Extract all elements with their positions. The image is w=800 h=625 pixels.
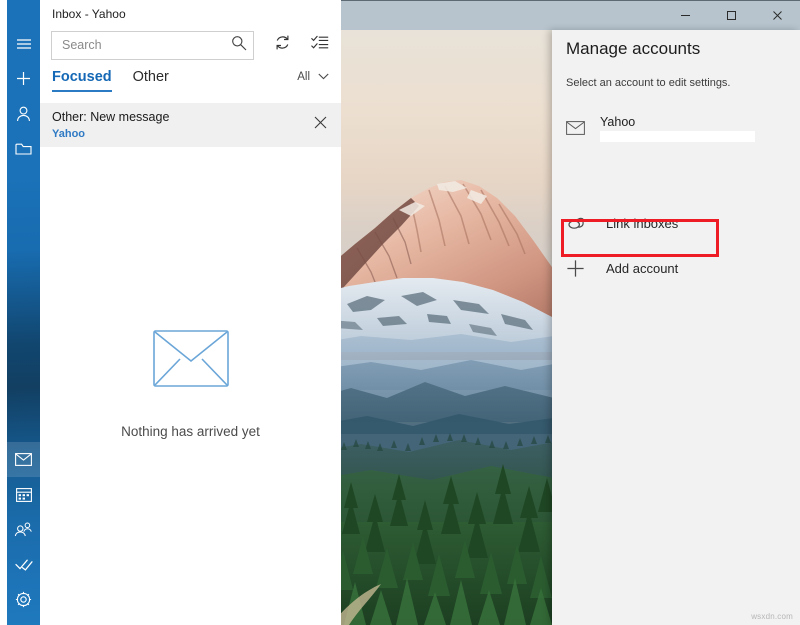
minimize-button[interactable] — [662, 1, 708, 30]
selection-mode-button[interactable] — [305, 31, 335, 60]
rail-item-settings[interactable] — [7, 582, 40, 617]
rail-bottom-group — [7, 442, 40, 617]
empty-state: Nothing has arrived yet — [40, 330, 341, 439]
tab-other-label: Other — [132, 69, 169, 85]
notification-title: Other: New message — [52, 109, 170, 124]
filter-label: All — [297, 71, 310, 83]
add-account-highlight — [561, 219, 719, 257]
account-meta: Yahoo — [600, 115, 786, 142]
sync-button[interactable] — [267, 31, 297, 60]
sync-icon — [274, 34, 291, 56]
tab-focused[interactable]: Focused — [52, 68, 112, 92]
pivot-tabs: Focused Other All — [40, 68, 341, 101]
empty-state-caption: Nothing has arrived yet — [121, 424, 260, 439]
title-bar — [341, 0, 800, 30]
add-account-label: Add account — [606, 261, 679, 276]
add-account-item[interactable]: Add account — [566, 253, 786, 284]
desktop-background — [0, 0, 7, 625]
mountain-photo — [341, 30, 554, 625]
rail-item-calendar[interactable] — [7, 477, 40, 512]
hamburger-icon — [16, 38, 32, 50]
account-name: Yahoo — [600, 114, 636, 129]
person-icon — [16, 106, 31, 122]
notification-close-button[interactable] — [314, 116, 327, 134]
tab-other[interactable]: Other — [133, 68, 169, 92]
mail-list-pane: Inbox - Yahoo Search Focused Other All N… — [40, 0, 341, 625]
plus-icon — [566, 259, 606, 278]
page-title: Inbox - Yahoo — [52, 7, 126, 21]
close-icon — [314, 116, 327, 134]
hamburger-menu-button[interactable] — [7, 26, 40, 61]
notification-account: Yahoo — [52, 127, 86, 140]
mail-icon — [15, 453, 32, 466]
watermark: wsxdn.com — [751, 612, 793, 621]
close-button[interactable] — [754, 1, 800, 30]
flyout-title: Manage accounts — [566, 39, 701, 58]
notification-row[interactable]: Other: New message Yahoo — [40, 103, 341, 147]
manage-accounts-flyout: Manage accounts Select an account to edi… — [552, 30, 800, 625]
app-window: Inbox - Yahoo Search Focused Other All N… — [0, 0, 800, 625]
chevron-down-icon — [318, 71, 329, 83]
envelope-illustration-icon — [152, 330, 229, 392]
rail-item-todo[interactable] — [7, 547, 40, 582]
search-icon[interactable] — [231, 35, 247, 56]
search-toolbar — [51, 30, 341, 60]
filter-dropdown[interactable]: All — [297, 68, 329, 83]
search-box[interactable] — [51, 30, 254, 60]
folders-button[interactable] — [7, 131, 40, 166]
todo-icon — [14, 558, 33, 571]
rail-item-mail[interactable] — [7, 442, 40, 477]
rail-item-people[interactable] — [7, 512, 40, 547]
account-row-yahoo[interactable]: Yahoo — [566, 106, 786, 150]
calendar-icon — [15, 487, 32, 502]
notification-text: Other: New message Yahoo — [52, 109, 169, 142]
reading-pane-wallpaper — [341, 30, 554, 625]
search-input[interactable] — [62, 31, 231, 59]
people-icon — [14, 522, 33, 537]
navigation-rail — [7, 0, 40, 625]
mail-envelope-icon — [566, 121, 600, 135]
tab-focused-label: Focused — [52, 69, 112, 85]
selection-mode-icon — [311, 35, 329, 55]
flyout-subtitle: Select an account to edit settings. — [566, 77, 731, 89]
new-mail-button[interactable] — [7, 61, 40, 96]
gear-icon — [15, 591, 32, 608]
folder-icon — [15, 142, 32, 156]
plus-icon — [16, 71, 31, 86]
rail-top-group — [7, 26, 40, 166]
account-address-redacted — [600, 130, 755, 142]
maximize-button[interactable] — [708, 1, 754, 30]
accounts-button[interactable] — [7, 96, 40, 131]
